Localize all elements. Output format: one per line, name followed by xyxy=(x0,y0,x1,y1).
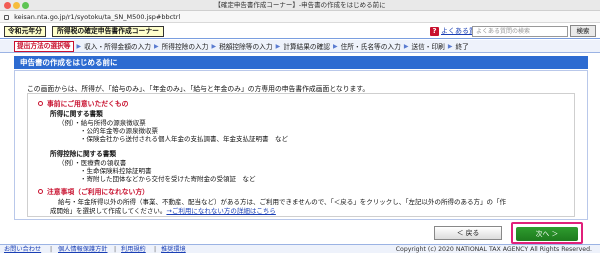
footer-divider: | xyxy=(50,246,53,253)
footer-divider: | xyxy=(114,246,117,253)
footer-terms-link[interactable]: 利用規約 xyxy=(121,245,146,254)
system-title: 所得税の確定申告書作成コーナー xyxy=(52,26,164,37)
back-button[interactable]: ＜ 戻る xyxy=(434,226,502,240)
page-title: 申告書の作成をはじめる前に xyxy=(14,56,588,69)
step-send-print: 送信・印刷 xyxy=(411,43,445,51)
chevron-right-icon: ▶ xyxy=(403,42,409,50)
notice-text-cont: 成開始」を選択して作成してください。→ご利用になれない方の詳細はこちら xyxy=(50,205,276,215)
next-button-highlight: 次へ ＞ xyxy=(511,222,583,244)
info-box: 事前にご用意いただくもの 所得に関する書類 （例）・給与所得の源泉徴収票 ・公的… xyxy=(27,93,575,217)
help-icon: ? xyxy=(430,27,439,36)
address-bar[interactable]: keisan.nta.go.jp/r1/syotoku/ta_SN_M500.j… xyxy=(0,11,600,23)
chevron-right-icon: ▶ xyxy=(333,42,338,50)
list-item: ・寄附した団体などから交付を受けた寄附金の受領証 など xyxy=(80,175,256,183)
lock-icon xyxy=(4,15,9,20)
prep-section-title: 事前にご用意いただくもの xyxy=(38,98,128,108)
step-income: 収入・所得金額の入力 xyxy=(84,43,151,51)
notice-text-line2: 成開始」を選択して作成してください。 xyxy=(50,207,167,215)
search-button[interactable]: 検索 xyxy=(570,25,596,37)
notice-title-text: 注意事項（ご利用になれない方） xyxy=(47,188,149,196)
step-finish: 終了 xyxy=(455,43,469,51)
footer-divider: | xyxy=(154,246,157,253)
faq-search-input[interactable]: よくある質問の検索 xyxy=(472,26,568,37)
chevron-right-icon: ▶ xyxy=(154,42,159,50)
copyright-text: Copyright (c) 2020 NATIONAL TAX AGENCY A… xyxy=(395,246,592,253)
url-text[interactable]: keisan.nta.go.jp/r1/syotoku/ta_SN_M500.j… xyxy=(14,13,180,21)
footer-privacy-link[interactable]: 個人情報保護方針 xyxy=(58,245,108,254)
prep-title-text: 事前にご用意いただくもの xyxy=(47,100,129,108)
footer-contact-link[interactable]: お問い合わせ xyxy=(4,245,41,254)
zoom-window-icon[interactable] xyxy=(22,2,29,9)
chevron-right-icon: ▶ xyxy=(447,42,453,50)
step-income-deduction: 所得控除の入力 xyxy=(161,43,209,51)
minimize-window-icon[interactable] xyxy=(13,2,20,9)
list-item: ・保険会社から送付される個人年金の支払調書、年金支払証明書 など xyxy=(80,135,288,143)
chevron-right-icon: ▶ xyxy=(211,42,217,50)
circle-icon xyxy=(38,189,43,194)
window-title: 【確定申告書作成コーナー】-申告書の作成をはじめる前に xyxy=(214,1,386,9)
main-panel: この画面からは、所得が、「給与のみ」、「年金のみ」、「給与と年金のみ」の方専用の… xyxy=(14,70,588,220)
chevron-right-icon: ▶ xyxy=(76,42,82,50)
chevron-right-icon: ▶ xyxy=(275,42,281,50)
next-button[interactable]: 次へ ＞ xyxy=(516,227,578,241)
page-header: 令和元年分 所得税の確定申告書作成コーナー ? よくある質問 よくある質問の検索 … xyxy=(0,23,600,39)
close-window-icon[interactable] xyxy=(4,2,11,9)
circle-icon xyxy=(38,101,43,106)
window-titlebar: 【確定申告書作成コーナー】-申告書の作成をはじめる前に xyxy=(0,0,600,11)
step-tax-credit: 税額控除等の入力 xyxy=(219,43,273,51)
step-result: 計算結果の確認 xyxy=(283,43,330,51)
era-badge: 令和元年分 xyxy=(4,26,46,37)
intro-text: この画面からは、所得が、「給与のみ」、「年金のみ」、「給与と年金のみ」の方専用の… xyxy=(27,85,370,93)
notice-section-title: 注意事項（ご利用になれない方） xyxy=(38,186,149,196)
step-submission-method: 提出方法の選択等 xyxy=(14,40,74,52)
step-address: 住所・氏名等の入力 xyxy=(340,43,401,51)
progress-steps: 提出方法の選択等 ▶ 収入・所得金額の入力 ▶ 所得控除の入力 ▶ 税額控除等の… xyxy=(0,40,600,53)
unavailable-details-link[interactable]: →ご利用になれない方の詳細はこちら xyxy=(166,207,275,215)
footer: お問い合わせ | 個人情報保護方針 | 利用規約 | 推奨環境 Copyrigh… xyxy=(0,244,600,253)
footer-environment-link[interactable]: 推奨環境 xyxy=(161,245,186,254)
